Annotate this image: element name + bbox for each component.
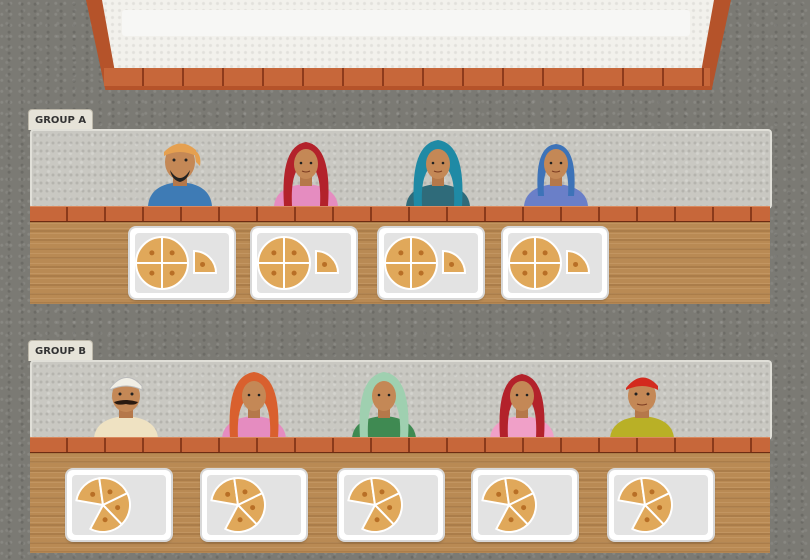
roti-spot <box>387 505 393 511</box>
person-b5[interactable] <box>602 368 682 438</box>
roti-piece[interactable] <box>283 262 312 291</box>
group-a-tray[interactable] <box>503 228 607 298</box>
roti-spot <box>115 505 121 511</box>
group-b-tray[interactable] <box>473 470 577 540</box>
roti-spot <box>496 491 502 497</box>
group-b-brick-ledge <box>30 437 770 453</box>
roti-spot <box>418 250 424 256</box>
roti-piece[interactable] <box>566 249 591 274</box>
roti-spot <box>513 489 519 495</box>
roti-spot <box>398 270 404 276</box>
roti-spot <box>649 489 655 495</box>
group-a-tray[interactable] <box>379 228 483 298</box>
roti-spot <box>322 261 328 267</box>
roti-spot <box>149 250 155 256</box>
group-a-label: GROUP A <box>28 109 94 130</box>
person-a3[interactable] <box>398 136 478 206</box>
roti-piece[interactable] <box>383 262 412 291</box>
roti-spot <box>362 491 368 497</box>
roti-piece[interactable] <box>283 235 312 264</box>
roti-spot <box>542 270 548 276</box>
person-a1[interactable] <box>140 136 220 206</box>
roti-spot <box>102 517 108 523</box>
roti-spot <box>149 270 155 276</box>
group-b-tray[interactable] <box>67 470 171 540</box>
roti-piece[interactable] <box>383 235 412 264</box>
roti-spot <box>291 250 297 256</box>
roti-spot <box>242 489 248 495</box>
roti-spot <box>521 505 527 511</box>
roti-spot <box>237 517 243 523</box>
roti-spot <box>508 517 514 523</box>
roti-piece[interactable] <box>507 262 536 291</box>
roti-spot <box>418 270 424 276</box>
roti-spot <box>291 270 297 276</box>
roti-spot <box>200 261 206 267</box>
roti-piece[interactable] <box>410 262 439 291</box>
roti-spot <box>573 261 579 267</box>
board-text-area <box>122 10 690 36</box>
person-a2[interactable] <box>266 136 346 206</box>
roti-piece[interactable] <box>410 235 439 264</box>
roti-spot <box>169 250 175 256</box>
roti-piece[interactable] <box>161 262 190 291</box>
roti-spot <box>398 250 404 256</box>
group-b-label: GROUP B <box>28 340 93 361</box>
roti-spot <box>271 250 277 256</box>
roti-piece[interactable] <box>442 249 467 274</box>
roti-spot <box>657 505 663 511</box>
roti-spot <box>632 491 638 497</box>
group-a-tray[interactable] <box>252 228 356 298</box>
roti-spot <box>644 517 650 523</box>
roti-piece[interactable] <box>534 235 563 264</box>
group-b-tray[interactable] <box>339 470 443 540</box>
person-b2[interactable] <box>214 368 294 438</box>
board-brick-ledge <box>104 68 710 86</box>
roti-piece[interactable] <box>134 262 163 291</box>
roti-piece[interactable] <box>161 235 190 264</box>
roti-spot <box>90 491 96 497</box>
roti-piece[interactable] <box>256 235 285 264</box>
group-a-brick-ledge <box>30 206 770 222</box>
group-a-tray[interactable] <box>130 228 234 298</box>
person-b1[interactable] <box>86 368 166 438</box>
person-b4[interactable] <box>482 368 562 438</box>
roti-spot <box>374 517 380 523</box>
roti-spot <box>271 270 277 276</box>
roti-spot <box>107 489 113 495</box>
roti-spot <box>379 489 385 495</box>
roti-piece[interactable] <box>193 249 218 274</box>
person-b3[interactable] <box>344 368 424 438</box>
group-b-tray[interactable] <box>609 470 713 540</box>
roti-piece[interactable] <box>134 235 163 264</box>
roti-piece[interactable] <box>507 235 536 264</box>
roti-spot <box>225 491 231 497</box>
roti-spot <box>542 250 548 256</box>
roti-piece[interactable] <box>534 262 563 291</box>
roti-spot <box>169 270 175 276</box>
roti-piece[interactable] <box>256 262 285 291</box>
person-a4[interactable] <box>516 136 596 206</box>
roti-piece[interactable] <box>315 249 340 274</box>
group-b-tray[interactable] <box>202 470 306 540</box>
roti-spot <box>522 270 528 276</box>
roti-spot <box>522 250 528 256</box>
roti-spot <box>449 261 455 267</box>
roti-spot <box>250 505 256 511</box>
